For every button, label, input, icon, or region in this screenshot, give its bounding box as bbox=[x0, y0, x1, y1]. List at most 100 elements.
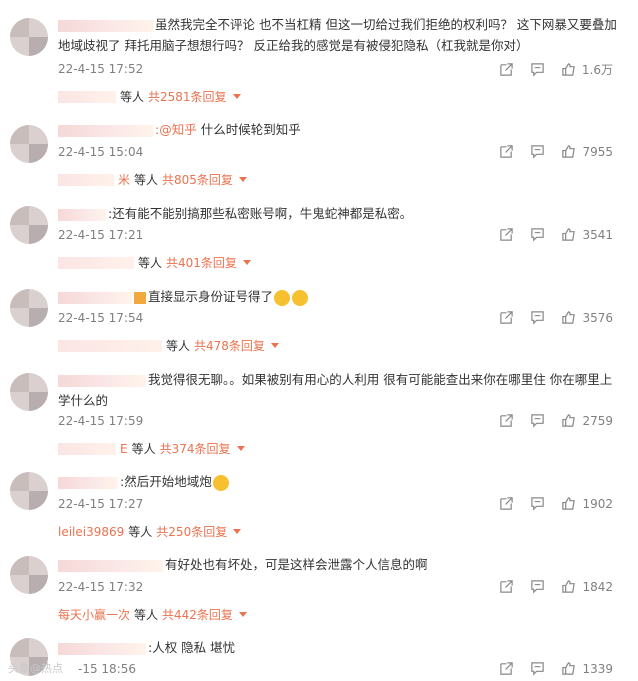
comment-button[interactable] bbox=[530, 579, 545, 594]
reply-summary[interactable]: 每天小赢一次 等人 共442条回复 bbox=[58, 606, 247, 623]
reply-total[interactable]: 共374条回复 bbox=[160, 440, 231, 457]
reply-total[interactable]: 共805条回复 bbox=[162, 171, 233, 188]
comment-button[interactable] bbox=[530, 144, 545, 159]
comment-time: 22-4-15 17:21 bbox=[58, 228, 144, 242]
user-nickname[interactable] bbox=[58, 19, 153, 32]
reply-user-nickname[interactable] bbox=[58, 90, 116, 103]
reply-suffix: 等人 bbox=[131, 442, 156, 456]
share-icon bbox=[500, 662, 514, 675]
like-count: 3576 bbox=[582, 310, 613, 325]
avatar[interactable] bbox=[10, 472, 48, 510]
avatar[interactable] bbox=[10, 289, 48, 327]
comment-button[interactable] bbox=[530, 62, 545, 77]
avatar[interactable] bbox=[10, 206, 48, 244]
like-button[interactable]: 3541 bbox=[561, 227, 613, 242]
user-nickname[interactable] bbox=[58, 476, 118, 489]
mention-link[interactable]: :@知乎 bbox=[155, 122, 197, 137]
like-button[interactable]: 3576 bbox=[561, 310, 613, 325]
reply-suffix: 等人 bbox=[138, 256, 163, 270]
like-count: 2759 bbox=[582, 413, 613, 428]
chevron-down-icon bbox=[232, 94, 241, 99]
reply-user-nickname[interactable] bbox=[58, 173, 114, 186]
reply-total[interactable]: 共478条回复 bbox=[194, 337, 265, 354]
like-button[interactable]: 7955 bbox=[561, 144, 613, 159]
reply-user-nickname[interactable] bbox=[58, 339, 162, 352]
avatar[interactable] bbox=[10, 556, 48, 594]
chevron-down-icon bbox=[233, 529, 242, 534]
comment-button[interactable] bbox=[530, 496, 545, 511]
comment-actions: 3576 bbox=[483, 310, 613, 325]
badge-icon bbox=[134, 291, 146, 304]
share-button[interactable] bbox=[499, 62, 514, 77]
share-button[interactable] bbox=[499, 144, 514, 159]
avatar[interactable] bbox=[10, 373, 48, 411]
like-count: 3541 bbox=[582, 227, 613, 242]
comment-actions: 1842 bbox=[483, 579, 613, 594]
reply-suffix: 等人 bbox=[128, 525, 153, 539]
user-nickname[interactable] bbox=[58, 642, 146, 655]
reply-total[interactable]: 共2581条回复 bbox=[148, 88, 227, 105]
comment-button[interactable] bbox=[530, 310, 545, 325]
share-icon bbox=[500, 145, 514, 158]
comment-time: -15 18:56 bbox=[78, 662, 136, 676]
comment-button[interactable] bbox=[530, 661, 545, 676]
avatar[interactable] bbox=[10, 125, 48, 163]
user-nickname[interactable] bbox=[58, 124, 153, 137]
comment-time: 22-4-15 17:32 bbox=[58, 580, 144, 594]
reply-user-name[interactable]: 每天小赢一次 bbox=[58, 606, 130, 623]
reply-summary[interactable]: 等人 共401条回复 bbox=[58, 254, 251, 271]
comment-button[interactable] bbox=[530, 227, 545, 242]
reply-summary[interactable]: 等人 共2581条回复 bbox=[58, 88, 241, 105]
reply-user-name[interactable]: leilei39869 bbox=[58, 525, 124, 539]
emoji-icon bbox=[212, 474, 229, 491]
reply-summary[interactable]: leilei39869 等人 共250条回复 bbox=[58, 523, 242, 540]
comment-button[interactable] bbox=[530, 413, 545, 428]
like-icon bbox=[562, 228, 576, 241]
like-icon bbox=[562, 145, 576, 158]
share-button[interactable] bbox=[499, 310, 514, 325]
user-nickname[interactable] bbox=[58, 208, 106, 221]
comment-time: 22-4-15 17:27 bbox=[58, 497, 144, 511]
comment-time: 22-4-15 17:59 bbox=[58, 414, 144, 428]
reply-total[interactable]: 共442条回复 bbox=[162, 606, 233, 623]
avatar[interactable] bbox=[10, 18, 48, 56]
comment-text: 虽然我完全不评论 也不当杠精 但这一切给过我们拒绝的权利吗？ 这下网暴又要叠加地… bbox=[58, 17, 617, 53]
chevron-down-icon bbox=[238, 177, 247, 182]
comment-text: 我觉得很无聊。。如果被别有用心的人利用 很有可能能查出来你在哪里住 你在哪里上学… bbox=[58, 372, 613, 408]
share-button[interactable] bbox=[499, 661, 514, 676]
comment-icon bbox=[531, 311, 545, 325]
comment-text: :然后开始地域炮 bbox=[58, 471, 618, 492]
comment-actions: 7955 bbox=[483, 144, 613, 159]
share-icon bbox=[500, 497, 514, 510]
reply-summary[interactable]: 等人 共478条回复 bbox=[58, 337, 279, 354]
reply-name-tail: 米 bbox=[118, 173, 131, 187]
share-button[interactable] bbox=[499, 413, 514, 428]
reply-total[interactable]: 共250条回复 bbox=[156, 523, 227, 540]
share-button[interactable] bbox=[499, 227, 514, 242]
reply-user-nickname[interactable] bbox=[58, 256, 134, 269]
like-count: 7955 bbox=[582, 144, 613, 159]
user-nickname[interactable] bbox=[58, 374, 146, 387]
reply-suffix: 等人 bbox=[134, 173, 159, 187]
like-button[interactable]: 1339 bbox=[561, 661, 613, 676]
like-count: 1902 bbox=[582, 496, 613, 511]
comment-actions: 1902 bbox=[483, 496, 613, 511]
user-nickname[interactable] bbox=[58, 559, 163, 572]
share-icon bbox=[500, 63, 513, 76]
like-button[interactable]: 1842 bbox=[561, 579, 613, 594]
reply-total[interactable]: 共401条回复 bbox=[166, 254, 237, 271]
like-button[interactable]: 1902 bbox=[561, 496, 613, 511]
share-button[interactable] bbox=[499, 579, 514, 594]
comment-text: 有好处也有坏处，可是这样会泄露个人信息的啊 bbox=[58, 554, 618, 575]
reply-summary[interactable]: 米 等人 共805条回复 bbox=[58, 171, 247, 188]
reply-user-nickname[interactable] bbox=[58, 442, 116, 455]
user-nickname[interactable] bbox=[58, 291, 132, 304]
reply-summary[interactable]: E 等人 共374条回复 bbox=[58, 440, 245, 457]
like-button[interactable]: 1.6万 bbox=[561, 61, 613, 78]
like-icon bbox=[562, 497, 576, 510]
like-button[interactable]: 2759 bbox=[561, 413, 613, 428]
comment-actions: 1339 bbox=[483, 661, 613, 676]
share-icon bbox=[500, 311, 514, 324]
share-button[interactable] bbox=[499, 496, 514, 511]
comment-time: 22-4-15 15:04 bbox=[58, 145, 144, 159]
